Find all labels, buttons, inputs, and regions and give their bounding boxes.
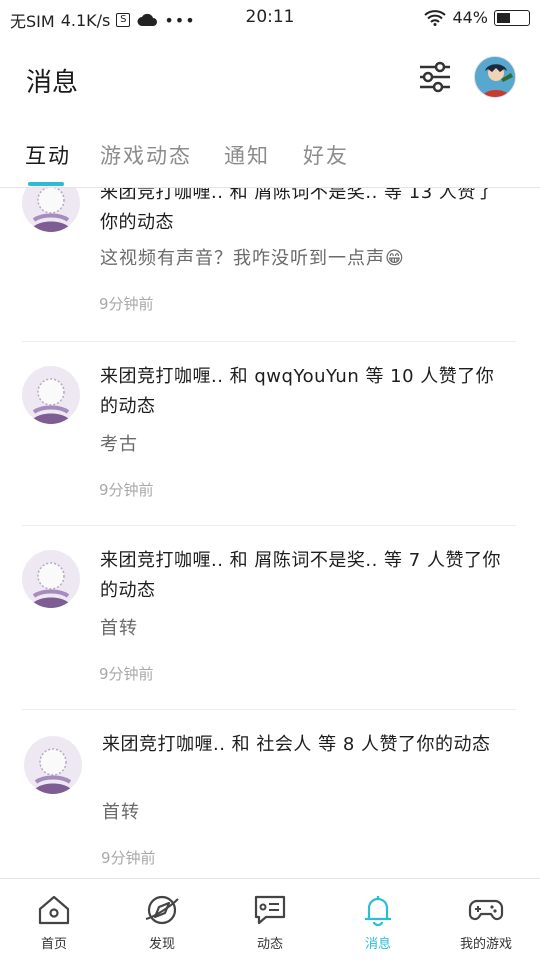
notification-message: 来团竞打咖喱.. 和 屑陈词不是奖.. 等 7 人赞了你的动态: [100, 550, 501, 601]
bottom-navigation: 首页 发现 动态 消息 我的游戏: [0, 878, 540, 960]
user-avatar-image: [475, 57, 515, 97]
page-title: 消息: [26, 68, 79, 98]
nav-my-games[interactable]: 我的游戏: [432, 879, 540, 960]
notification-message: 来团竞打咖喱.. 和 qwqYouYun 等 10 人赞了你的动态: [100, 366, 495, 417]
sliders-icon: [420, 61, 450, 93]
tab-notifications[interactable]: 通知: [224, 140, 270, 170]
nav-home-label: 首页: [40, 937, 67, 952]
list-item[interactable]: 来团竞打咖喱.. 和 屑陈词不是奖.. 等 13 人赞了你的动态 这视频有声音？…: [0, 188, 540, 340]
list-item[interactable]: 来团竞打咖喱.. 和 社会人 等 8 人赞了你的动态 首转 9分钟前: [0, 710, 540, 878]
nav-home[interactable]: 首页: [0, 879, 108, 960]
tab-game-updates[interactable]: 游戏动态: [100, 140, 192, 170]
avatar-image: [22, 188, 80, 232]
avatar-image: [22, 550, 80, 608]
notification-message: 来团竞打咖喱.. 和 屑陈词不是奖.. 等 13 人赞了你的动态: [100, 188, 495, 233]
list-item[interactable]: 来团竞打咖喱.. 和 屑陈词不是奖.. 等 7 人赞了你的动态 首转 9分钟前: [0, 526, 540, 709]
avatar[interactable]: [24, 736, 82, 794]
tab-friends[interactable]: 好友: [303, 140, 349, 170]
active-tab-indicator: [28, 182, 64, 186]
notification-time: 9分钟前: [99, 481, 154, 499]
status-right: 44%: [424, 8, 530, 27]
avatar-image: [22, 366, 80, 424]
nav-messages[interactable]: 消息: [324, 879, 432, 960]
notification-message: 来团竞打咖喱.. 和 社会人 等 8 人赞了你的动态: [102, 734, 491, 755]
header: 消息: [0, 36, 540, 120]
avatar[interactable]: [22, 550, 80, 608]
wifi-icon: [424, 9, 447, 26]
home-icon: [38, 895, 70, 925]
notification-reply: 考古: [100, 434, 138, 455]
nav-feed[interactable]: 动态: [216, 879, 324, 960]
gamepad-icon: [468, 899, 504, 921]
tab-bar: 互动 游戏动态 通知 好友: [0, 130, 540, 188]
notification-list[interactable]: 来团竞打咖喱.. 和 屑陈词不是奖.. 等 13 人赞了你的动态 这视频有声音？…: [0, 188, 540, 878]
nav-discover-label: 发现: [148, 937, 175, 952]
nav-feed-label: 动态: [256, 937, 283, 952]
battery-fill: [497, 12, 510, 23]
status-bar: 无SIM 4.1K/s S ••• 20:11 44%: [0, 0, 540, 36]
nav-my-games-label: 我的游戏: [459, 937, 512, 952]
battery-icon: [494, 9, 530, 26]
feed-icon: [254, 895, 286, 925]
tab-interactions[interactable]: 互动: [25, 140, 71, 170]
nav-messages-label: 消息: [364, 937, 391, 952]
avatar[interactable]: [22, 188, 80, 232]
avatar-image: [24, 736, 82, 794]
bell-icon: [365, 896, 391, 927]
avatar[interactable]: [22, 366, 80, 424]
notification-reply: 这视频有声音？我咋没听到一点声😁: [100, 248, 405, 269]
discover-icon: [145, 895, 179, 925]
user-avatar[interactable]: [474, 56, 516, 98]
battery-percent: 44%: [452, 8, 488, 27]
notification-time: 9分钟前: [99, 665, 154, 683]
notification-reply: 首转: [102, 802, 140, 823]
list-item[interactable]: 来团竞打咖喱.. 和 qwqYouYun 等 10 人赞了你的动态 考古 9分钟…: [0, 342, 540, 525]
notification-time: 9分钟前: [101, 849, 156, 867]
notification-time: 9分钟前: [99, 295, 154, 313]
filter-settings-button[interactable]: [416, 58, 454, 96]
nav-discover[interactable]: 发现: [108, 879, 216, 960]
notification-reply: 首转: [100, 618, 138, 639]
